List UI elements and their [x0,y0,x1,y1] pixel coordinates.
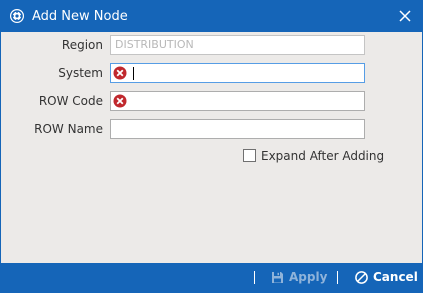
region-field: DISTRIBUTION [110,35,365,55]
apply-label: Apply [289,270,328,284]
row-code-label: ROW Code [38,94,103,108]
title-bar: Add New Node [1,1,422,32]
error-icon [113,94,127,108]
apply-button[interactable]: Apply [271,269,328,286]
dialog-title: Add New Node [32,9,128,24]
separator [337,271,338,284]
error-icon [113,66,127,80]
app-logo-icon [9,8,25,24]
system-label: System [58,66,103,80]
row-code-input[interactable] [110,91,365,111]
row-name-label: ROW Name [34,122,103,136]
expand-after-adding-label[interactable]: Expand After Adding [261,149,384,163]
add-node-dialog: Add New Node Region DISTRIBUTION System … [0,0,423,293]
cancel-label: Cancel [373,270,418,284]
region-value: DISTRIBUTION [115,38,194,51]
separator [254,271,255,284]
region-label: Region [61,38,103,52]
text-caret [133,67,134,80]
row-name-input[interactable] [110,119,365,139]
expand-after-adding-checkbox[interactable] [243,149,256,162]
cancel-button[interactable]: Cancel [355,269,418,286]
close-button[interactable] [390,1,420,32]
system-input[interactable] [110,63,365,83]
dialog-footer: Apply Cancel [1,263,422,292]
